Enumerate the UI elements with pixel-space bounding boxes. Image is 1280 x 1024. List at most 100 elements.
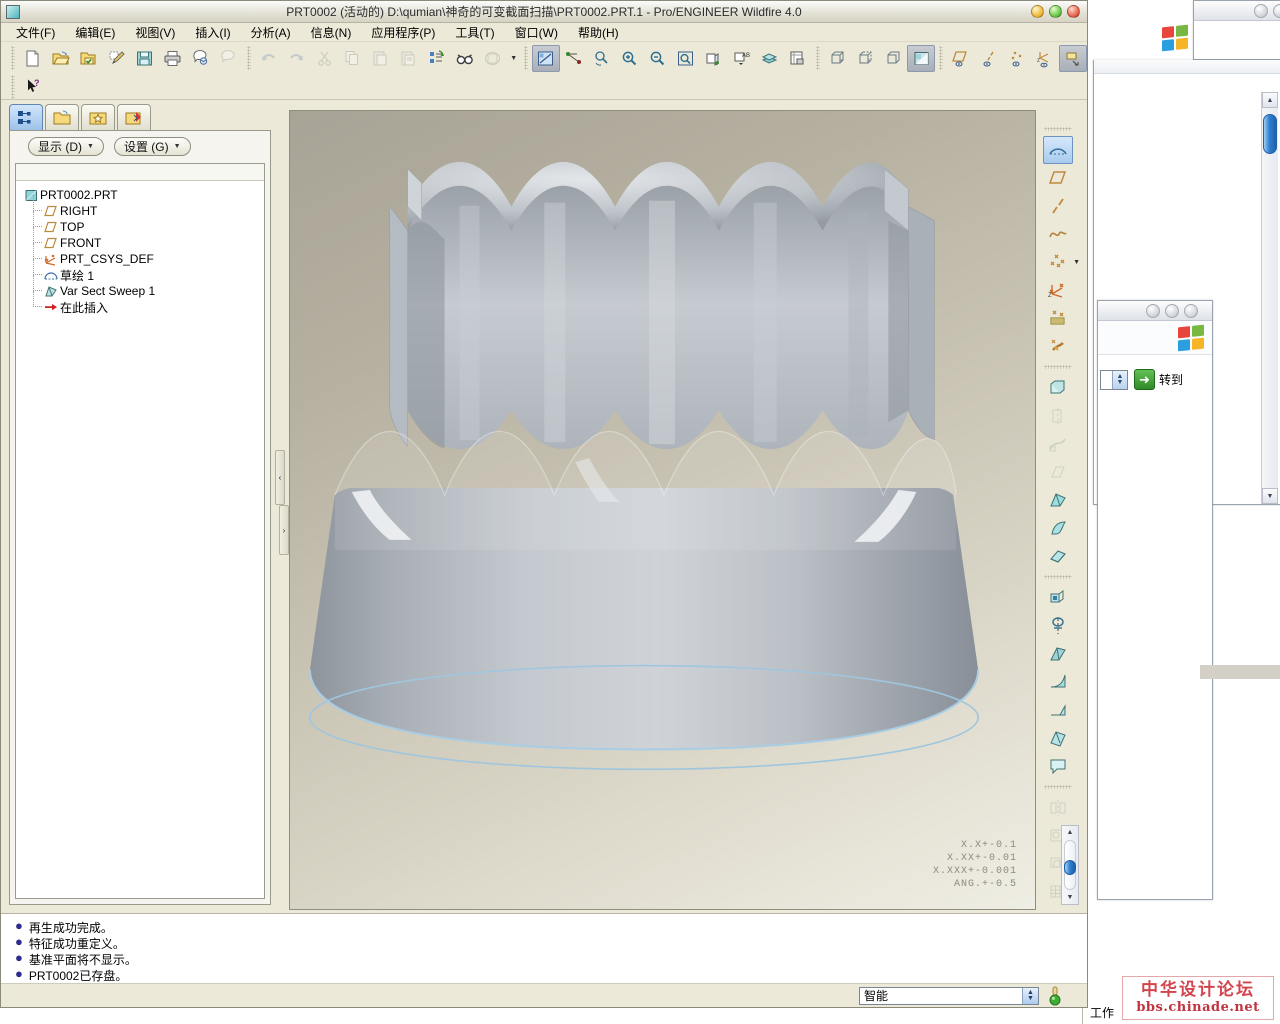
graphics-window[interactable]: X.X+-0.1 X.XX+-0.01 X.XXX+-0.001 ANG.+-0… [289,110,1036,910]
goto-maximize-icon[interactable] [1165,304,1179,318]
shaded-icon[interactable] [907,45,935,72]
draft-tool-icon[interactable] [1043,640,1073,668]
tree-item-right[interactable]: RIGHT [22,203,264,219]
datum-plane-tool-icon[interactable] [1043,164,1073,192]
goto-window-buttons[interactable] [1146,304,1198,318]
secondary-toolbar[interactable]: ? [1,74,1087,100]
scroll-down-arrow-icon[interactable]: ▼ [1262,488,1278,504]
open-file-icon[interactable] [47,45,75,72]
graphics-scroll-thumb[interactable] [1064,860,1076,875]
datum-curve-tool-icon[interactable] [1043,220,1073,248]
navigator-buttons[interactable]: 显示 (D) ▼ 设置 (G) ▼ [10,131,270,157]
datum-point-display-icon[interactable] [1003,45,1031,72]
menu-help[interactable]: 帮助(H) [575,23,622,42]
sketch-tool-icon[interactable] [1043,136,1073,164]
feature-toolbar-grip-2[interactable] [1044,365,1072,369]
tree-item-insert-here[interactable]: 在此插入 [22,299,264,315]
tab-connections[interactable] [117,104,151,130]
round-tool-icon[interactable] [1043,668,1073,696]
background-window-top[interactable] [1193,0,1280,60]
set-working-directory-icon[interactable] [75,45,103,72]
hidden-line-icon[interactable] [851,45,879,72]
swept-blend-tool-icon[interactable] [1043,514,1073,542]
main-toolbar[interactable]: ▼ AB [1,42,1087,74]
feature-toolbar[interactable]: ▼ Z [1038,110,1078,913]
toolbar-grip-edit[interactable] [247,46,251,70]
menu-analysis[interactable]: 分析(A) [248,23,294,42]
view-manager-icon[interactable] [784,45,812,72]
note-tool-icon[interactable] [1043,752,1073,780]
menu-insert[interactable]: 插入(I) [192,23,233,42]
datum-csys-tool-icon[interactable]: Z [1043,276,1073,304]
select-help-icon[interactable]: ? [19,73,48,100]
tree-item-csys[interactable]: PRT_CSYS_DEF [22,251,264,267]
toolbar-grip-display[interactable] [816,46,820,70]
title-bar[interactable]: PRT0002 (活动的) D:\qumian\神奇的可变截面扫描\PRT000… [1,1,1087,23]
zoom-in-icon[interactable] [616,45,644,72]
datum-csys-display-icon[interactable]: Z [1031,45,1059,72]
datum-axis-tool-icon[interactable] [1043,192,1073,220]
maximize-button[interactable] [1049,5,1062,18]
wireframe-icon[interactable] [824,45,852,72]
spin-center-icon[interactable] [532,45,560,72]
background-window-buttons[interactable] [1254,4,1280,18]
model-tree[interactable]: PRT0002.PRT RIGHT [15,163,265,899]
chamfer-tool-icon[interactable] [1043,696,1073,724]
graphics-scroll-down-icon[interactable]: ▼ [1067,891,1074,904]
save-icon[interactable] [131,45,159,72]
toolbar-grip[interactable] [11,46,15,70]
selection-filter-combo[interactable]: 智能 ▲▼ [859,987,1039,1005]
no-hidden-icon[interactable] [879,45,907,72]
tab-folder-browser[interactable] [45,104,79,130]
saved-views-icon[interactable] [700,45,728,72]
rib-tool-icon[interactable] [1043,724,1073,752]
menu-info[interactable]: 信息(N) [308,23,355,42]
toolbar-grip-row2[interactable] [11,75,15,99]
feature-toolbar-grip-3[interactable] [1044,575,1072,579]
navigator-tabs[interactable] [1,100,279,130]
hole-tool-icon[interactable] [1043,584,1073,612]
scroll-up-arrow-icon[interactable]: ▲ [1262,92,1278,108]
layer-visibility-icon[interactable]: AB [728,45,756,72]
regenerate-icon[interactable] [422,45,450,72]
graphics-scroll-track[interactable] [1064,840,1076,890]
address-combo[interactable]: ▲▼ [1100,370,1128,390]
tree-item-front[interactable]: FRONT [22,235,264,251]
close-button[interactable] [1067,5,1080,18]
new-file-icon[interactable] [19,45,47,72]
datum-display-icon[interactable] [560,45,588,72]
message-log[interactable]: ● 再生成功完成。 ● 特征成功重定义。 ● 基准平面将不显示。 ● PRT00… [1,913,1087,983]
refit-icon[interactable] [672,45,700,72]
settings-menu-button[interactable]: 设置 (G) ▼ [114,137,191,156]
bg-minimize-icon[interactable] [1254,4,1268,18]
window-control-buttons[interactable] [1031,5,1087,18]
scrollbar-thumb[interactable] [1263,114,1277,154]
annotation-display-icon[interactable] [1059,45,1087,72]
goto-address-row[interactable]: ▲▼ ➜ 转到 [1098,355,1212,390]
repaint-dropdown-icon[interactable]: ▼ [506,45,520,72]
analysis-point-tool-icon[interactable] [1043,304,1073,332]
find-icon[interactable] [450,45,478,72]
var-section-sweep-part[interactable] [290,111,1035,909]
graphics-scroll-up-icon[interactable]: ▲ [1067,826,1074,839]
tree-item-part[interactable]: PRT0002.PRT [22,187,264,203]
send-mail-icon[interactable] [187,45,215,72]
feature-toolbar-grip-4[interactable] [1044,785,1072,789]
datum-reference-tool-icon[interactable] [1043,332,1073,360]
tab-favorites[interactable] [81,104,115,130]
menu-view[interactable]: 视图(V) [132,23,178,42]
model-tree-items[interactable]: PRT0002.PRT RIGHT [16,181,264,898]
extrude-tool-icon[interactable] [1043,374,1073,402]
boundary-blend-tool-icon[interactable] [1043,542,1073,570]
chevron-down-icon[interactable]: ▼ [1073,259,1080,266]
datum-plane-display-icon[interactable] [947,45,975,72]
address-combo-spinner-icon[interactable]: ▲▼ [1112,371,1127,389]
reorient-icon[interactable] [588,45,616,72]
goto-close-icon[interactable] [1184,304,1198,318]
graphics-scrollbar[interactable]: ▲ ▼ [1061,825,1079,905]
datum-axis-display-icon[interactable] [975,45,1003,72]
menu-file[interactable]: 文件(F) [13,23,58,42]
datum-point-tool-icon[interactable]: ▼ [1043,248,1073,276]
shell-tool-icon[interactable] [1043,612,1073,640]
goto-minimize-icon[interactable] [1146,304,1160,318]
